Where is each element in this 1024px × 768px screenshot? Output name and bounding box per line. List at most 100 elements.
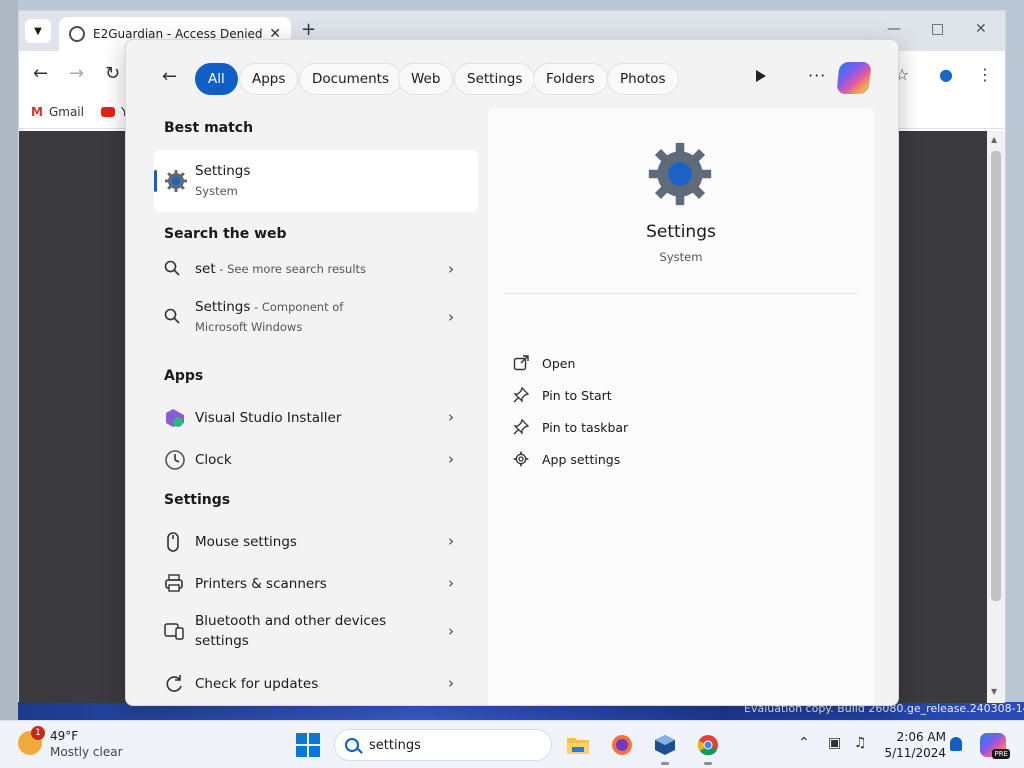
section-best-match: Best match (164, 120, 254, 136)
play-icon[interactable] (756, 70, 766, 82)
app-result-label: Visual Studio Installer (195, 410, 342, 426)
clock-date: 5/11/2024 (884, 746, 946, 760)
scrollbar-thumb[interactable] (991, 151, 1001, 601)
forward-arrow-icon[interactable]: → (69, 63, 84, 84)
chevron-right-icon: › (448, 408, 454, 426)
chevron-up-icon[interactable]: ⌃ (798, 735, 810, 751)
bookmark-label-gmail: Gmail (48, 105, 84, 119)
web-result-item[interactable]: set - See more search results › (154, 252, 478, 288)
best-match-item[interactable]: Settings System (154, 150, 478, 212)
new-tab-button[interactable]: + (301, 19, 316, 40)
action-open[interactable]: Open (512, 354, 575, 372)
settings-result-label: Bluetooth and other devices settings (195, 613, 387, 649)
back-arrow-icon[interactable]: ← (33, 63, 48, 84)
copilot-pre-icon[interactable]: PRE (980, 733, 1010, 759)
copilot-icon[interactable] (836, 62, 872, 94)
bluetooth-devices-icon (164, 622, 184, 644)
refresh-update-icon (164, 674, 184, 698)
firefox-icon[interactable] (608, 731, 636, 759)
action-pin-taskbar-label: Pin to taskbar (542, 419, 629, 435)
search-filters: ← All Apps Documents Web Settings Folder… (126, 40, 898, 112)
search-flyout: ← All Apps Documents Web Settings Folder… (125, 39, 899, 706)
chevron-right-icon: › (448, 622, 454, 640)
page-scrollbar[interactable]: ▲ ▼ (987, 131, 1005, 703)
web-result-label: Settings - Component of Microsoft Window… (195, 299, 344, 334)
clock-time: 2:06 AM (896, 730, 946, 744)
taskbar: 1 49°F Mostly clear ⌃ ▣ ♫ 2:06 AM 5/11/2… (0, 720, 1024, 768)
app-result-label: Clock (195, 452, 232, 468)
gmail-icon: M (31, 105, 43, 119)
profile-icon[interactable]: ● (939, 65, 953, 84)
detail-title: Settings (646, 222, 716, 242)
minimize-button[interactable]: — (887, 21, 901, 37)
bookmark-gmail[interactable]: M Gmail (31, 105, 84, 119)
settings-result-item[interactable]: Mouse settings › (154, 522, 478, 562)
running-indicator (661, 762, 669, 765)
weather-condition: Mostly clear (50, 745, 123, 759)
copilot-pre-badge: PRE (992, 749, 1010, 759)
chevron-right-icon: › (448, 260, 454, 278)
youtube-icon (101, 107, 115, 117)
settings-result-label: Printers & scanners (195, 576, 327, 592)
action-pin-to-taskbar[interactable]: Pin to taskbar (512, 418, 628, 436)
settings-result-item[interactable]: Check for updates › (154, 664, 478, 704)
filter-folders[interactable]: Folders (533, 63, 608, 95)
mouse-icon (164, 532, 182, 556)
search-icon (345, 738, 359, 752)
weather-alert-badge: 1 (31, 726, 45, 740)
section-search-web: Search the web (164, 226, 287, 242)
divider (504, 293, 858, 294)
windows-logo-tile (296, 733, 307, 744)
taskbar-search[interactable] (334, 729, 552, 761)
web-result-item[interactable]: Settings - Component of Microsoft Window… (154, 292, 478, 342)
close-window-button[interactable]: ✕ (975, 21, 987, 37)
filter-photos[interactable]: Photos (607, 63, 679, 95)
app-result-item[interactable]: Clock › (154, 440, 478, 480)
action-app-settings[interactable]: App settings (512, 450, 620, 468)
chrome-icon[interactable] (694, 731, 722, 765)
globe-icon (69, 26, 85, 42)
action-open-label: Open (542, 355, 576, 371)
file-explorer-icon[interactable] (564, 731, 592, 759)
back-arrow-icon[interactable]: ← (162, 66, 177, 87)
action-pin-to-start[interactable]: Pin to Start (512, 386, 612, 404)
settings-result-item[interactable]: Bluetooth and other devices settings › (154, 606, 478, 656)
detail-subtitle: System (659, 250, 703, 264)
scroll-up-icon[interactable]: ▲ (991, 135, 997, 144)
pin-icon (512, 386, 530, 404)
network-icon[interactable]: ▣ (828, 735, 841, 751)
virtualbox-icon[interactable] (651, 731, 679, 765)
tab-search-button[interactable]: ▼ (25, 19, 51, 43)
search-icon (164, 260, 180, 280)
menu-kebab-icon[interactable]: ⋮ (977, 65, 993, 84)
volume-muted-icon[interactable]: ♫ (854, 735, 867, 751)
start-button[interactable] (296, 733, 320, 757)
filter-settings[interactable]: Settings (454, 63, 536, 95)
search-icon (164, 308, 180, 328)
windows-logo-tile (309, 746, 320, 757)
web-result-label: set - See more search results (195, 261, 367, 277)
best-match-subtitle: System (195, 184, 238, 198)
desktop-icons-edge (0, 0, 18, 720)
maximize-button[interactable]: □ (931, 21, 944, 37)
app-result-item[interactable]: Visual Studio Installer › (154, 398, 478, 438)
clock-icon (164, 449, 186, 475)
notification-bell-icon[interactable] (950, 737, 962, 751)
settings-result-label: Mouse settings (195, 534, 297, 550)
windows-logo-tile (309, 733, 320, 744)
selection-indicator (154, 170, 157, 192)
scroll-down-icon[interactable]: ▼ (991, 687, 997, 696)
filter-apps[interactable]: Apps (239, 63, 299, 95)
more-options-icon[interactable]: ··· (808, 66, 826, 85)
taskbar-search-input[interactable] (369, 737, 539, 753)
filter-documents[interactable]: Documents (299, 63, 402, 95)
weather-temp: 49°F (50, 729, 79, 743)
settings-gear-icon (164, 169, 188, 197)
settings-result-item[interactable]: Printers & scanners › (154, 564, 478, 604)
printer-icon (164, 574, 184, 596)
reload-icon[interactable]: ↻ (105, 63, 120, 84)
filter-web[interactable]: Web (398, 63, 454, 95)
filter-all[interactable]: All (195, 63, 238, 95)
system-clock[interactable]: 2:06 AM 5/11/2024 (880, 729, 946, 761)
open-external-icon (512, 354, 530, 372)
